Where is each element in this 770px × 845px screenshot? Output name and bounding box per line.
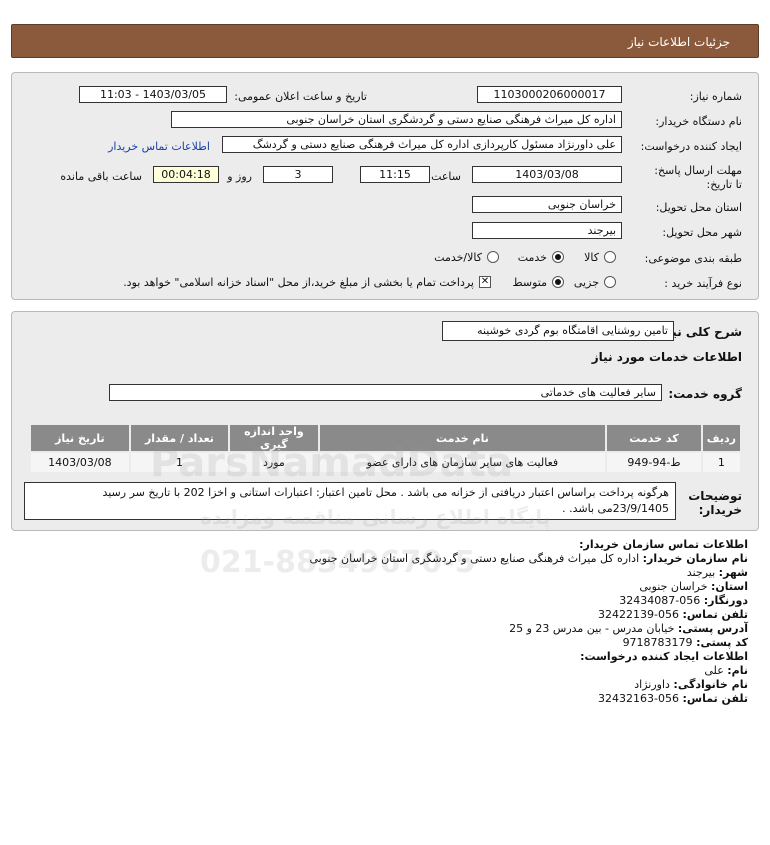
buyer-contact-link[interactable]: اطلاعات تماس خریدار bbox=[108, 140, 210, 153]
province-field: خراسان جنوبی bbox=[472, 196, 622, 213]
deadline-time-label: ساعت bbox=[431, 170, 461, 183]
buyer-city-line: شهر: بیرجند bbox=[686, 566, 748, 579]
payment-checkbox[interactable]: ✕ bbox=[479, 276, 491, 288]
col-header-need-date: تاریخ نیاز bbox=[31, 425, 129, 451]
summary-field: تامین روشنایی اقامتگاه بوم گردی خوشینه bbox=[442, 321, 674, 341]
province-label: استان محل تحویل: bbox=[655, 201, 742, 214]
need-number-field: 1103000206000017 bbox=[477, 86, 622, 103]
table-header-row: ردیف کد خدمت نام خدمت واحد اندازه گیری ت… bbox=[31, 425, 740, 451]
buyer-org-label: نام دستگاه خریدار: bbox=[655, 115, 742, 128]
creator-name-line: نام: علی bbox=[704, 664, 748, 677]
buyer-org-field: اداره کل میراث فرهنگی صنایع دستی و گردشگ… bbox=[171, 111, 622, 128]
deadline-label: مهلت ارسال پاسخ: تا تاریخ: bbox=[654, 164, 742, 191]
creator-contact-title: اطلاعات ایجاد کننده درخواست: bbox=[580, 650, 748, 663]
remaining-time-field: 00:04:18 bbox=[153, 166, 219, 183]
buyer-contact-title: اطلاعات تماس سازمان خریدار: bbox=[579, 538, 748, 551]
col-header-unit: واحد اندازه گیری bbox=[230, 425, 318, 451]
services-title: اطلاعات خدمات مورد نیاز bbox=[591, 350, 742, 364]
col-header-row-number: ردیف bbox=[702, 425, 740, 451]
buyer-notes-field: هرگونه پرداخت براساس اعتبار دریافتی از خ… bbox=[24, 482, 676, 520]
cell-service-name: فعالیت های سایر سازمان های دارای عضو bbox=[319, 453, 606, 472]
buyer-org-line: نام سازمان خریدار: اداره کل میراث فرهنگی… bbox=[309, 552, 748, 565]
services-table: ردیف کد خدمت نام خدمت واحد اندازه گیری ت… bbox=[29, 423, 742, 474]
category-radio-service[interactable] bbox=[552, 251, 564, 263]
cell-quantity: 1 bbox=[130, 453, 229, 472]
cell-service-code: ط-94-949 bbox=[607, 453, 701, 472]
need-number-label: شماره نیاز: bbox=[689, 90, 742, 103]
category-radio-goods-service[interactable] bbox=[487, 251, 499, 263]
days-label: روز و bbox=[227, 170, 252, 183]
deadline-date-field: 1403/03/08 bbox=[472, 166, 622, 183]
process-option-medium: متوسط bbox=[512, 276, 547, 289]
cell-row-number: 1 bbox=[702, 453, 740, 472]
service-group-field: سایر فعالیت های خدماتی bbox=[109, 384, 662, 401]
buyer-fax-line: دورنگار: 056-32434087 bbox=[619, 594, 748, 607]
buyer-postal-line: کد پستی: 9718783179 bbox=[622, 636, 748, 649]
buyer-province-line: استان: خراسان جنوبی bbox=[639, 580, 748, 593]
payment-note: پرداخت تمام یا بخشی از مبلغ خرید،از محل … bbox=[123, 276, 474, 289]
category-option-goods: کالا bbox=[584, 251, 599, 264]
page-title: جزئیات اطلاعات نیاز bbox=[627, 35, 730, 49]
announce-label: تاریخ و ساعت اعلان عمومی: bbox=[234, 90, 367, 103]
creator-family-line: نام خانوادگی: داورنژاد bbox=[634, 678, 748, 691]
buyer-notes-label: توضیحات خریدار: bbox=[688, 489, 742, 517]
service-group-label: گروه خدمت: bbox=[668, 387, 742, 401]
cell-need-date: 1403/03/08 bbox=[31, 453, 129, 472]
buyer-phone-line: تلفن تماس: 056-32422139 bbox=[598, 608, 748, 621]
remaining-label: ساعت باقی مانده bbox=[60, 170, 142, 183]
city-label: شهر محل تحویل: bbox=[662, 226, 742, 239]
need-details-panel: شرح کلی نیاز: تامین روشنایی اقامتگاه بوم… bbox=[11, 311, 759, 531]
process-option-minor: جزیی bbox=[573, 276, 599, 289]
category-label: طبقه بندی موضوعی: bbox=[644, 252, 742, 265]
city-field: بیرجند bbox=[472, 222, 622, 239]
table-row: 1 ط-94-949 فعالیت های سایر سازمان های دا… bbox=[31, 453, 740, 472]
deadline-time-field: 11:15 bbox=[360, 166, 430, 183]
col-header-service-name: نام خدمت bbox=[319, 425, 606, 451]
process-radio-minor[interactable] bbox=[604, 276, 616, 288]
category-radio-goods[interactable] bbox=[604, 251, 616, 263]
request-info-panel: شماره نیاز: 1103000206000017 تاریخ و ساع… bbox=[11, 72, 759, 300]
days-field: 3 bbox=[263, 166, 333, 183]
col-header-quantity: تعداد / مقدار bbox=[130, 425, 229, 451]
cell-unit: مورد bbox=[230, 453, 318, 472]
page-header: جزئیات اطلاعات نیاز bbox=[11, 24, 759, 58]
col-header-service-code: کد خدمت bbox=[607, 425, 701, 451]
creator-phone-line: تلفن تماس: 056-32432163 bbox=[598, 692, 748, 705]
creator-field: علی داورنژاد مسئول کارپردازی اداره کل می… bbox=[222, 136, 622, 153]
buyer-address-line: آدرس پستی: خیابان مدرس - بین مدرس 23 و 2… bbox=[509, 622, 748, 635]
category-option-goods-service: کالا/خدمت bbox=[434, 251, 482, 264]
creator-label: ایجاد کننده درخواست: bbox=[640, 140, 742, 153]
announce-field: 1403/03/05 - 11:03 bbox=[79, 86, 227, 103]
process-label: نوع فرآیند خرید : bbox=[664, 277, 742, 290]
process-radio-medium[interactable] bbox=[552, 276, 564, 288]
category-option-service: خدمت bbox=[517, 251, 547, 264]
